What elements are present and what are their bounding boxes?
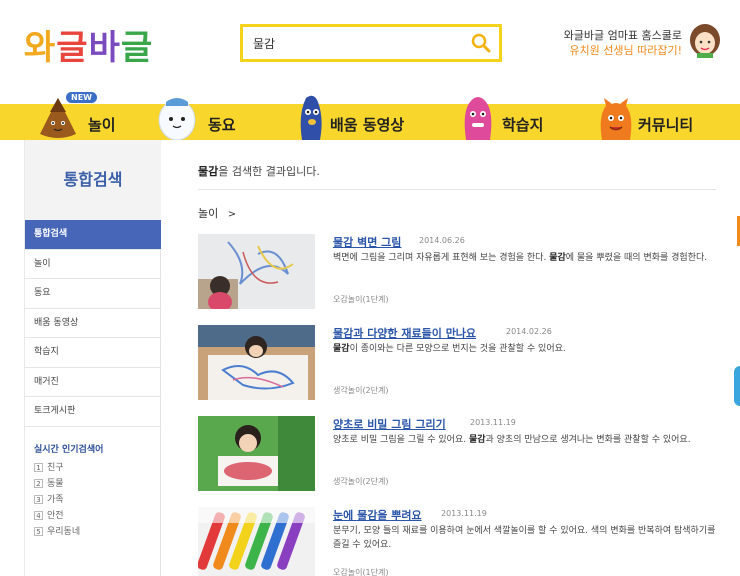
result-date: 2014.06.26 [419,236,465,245]
promo-line1: 와글바글 엄마표 홈스쿨로 [563,29,682,42]
result-tag: 생각놀이(2단계) [333,477,389,486]
result-item: 양초로 비밀 그림 그리기 2013.11.19 양초로 비밀 그림을 그릴 수… [198,416,718,496]
sidebar-title: 통합검색 [25,140,161,220]
sidebar-item-integrated-search[interactable]: 통합검색 [25,220,161,250]
result-tag: 오감놀이(1단계) [333,295,389,304]
nav-item-play[interactable]: 놀이 [36,98,146,140]
sidebar: 통합검색 통합검색 놀이 동요 배움 동영상 학습지 매거진 토크게시판 실시간… [24,140,161,576]
popular-keyword[interactable]: 2 동물 [34,476,80,492]
category-label: 놀이 [198,207,219,220]
nav-item-worksheets[interactable]: 학습지 [460,97,570,140]
popular-keyword[interactable]: 1 친구 [34,460,80,476]
nav-label-play: 놀이 [88,116,116,134]
result-title-link[interactable]: 양초로 비밀 그림 그리기 [333,416,446,432]
result-thumbnail[interactable] [198,325,315,400]
search-icon[interactable] [469,31,493,55]
orange-character-icon [600,98,632,140]
promo-line2: 유치원 선생님 따라잡기! [569,44,682,57]
keyword-label: 동물 [47,479,64,489]
sidebar-menu: 통합검색 놀이 동요 배움 동영상 학습지 매거진 토크게시판 [25,220,161,427]
nav-item-videos[interactable]: 배움 동영상 [292,95,432,140]
white-character-icon [158,98,196,140]
site-logo[interactable]: 와글바글 [24,20,153,69]
result-date: 2013.11.19 [470,418,516,427]
chestnut-character-icon [40,98,76,138]
homeschool-promo[interactable]: 와글바글 엄마표 홈스쿨로 유치원 선생님 따라잡기! [564,28,682,58]
nav-label-videos: 배움 동영상 [330,116,405,134]
popular-keywords-title: 실시간 인기검색어 [34,445,104,455]
result-title-link[interactable]: 물감 벽면 그림 [333,234,401,250]
search-input[interactable] [243,27,453,59]
rank-number: 4 [34,511,43,520]
result-thumbnail[interactable] [198,507,315,576]
sidebar-item-songs[interactable]: 동요 [25,279,161,309]
result-date: 2013.11.19 [441,509,487,518]
result-tag: 생각놀이(2단계) [333,386,389,395]
rank-number: 5 [34,527,43,536]
divider [198,189,716,190]
result-title-link[interactable]: 물감과 다양한 재료들이 만나요 [333,325,476,341]
nav-item-songs[interactable]: 동요 [152,98,262,140]
result-title-link[interactable]: 눈에 물감을 뿌려요 [333,507,422,523]
result-date: 2014.02.26 [506,327,552,336]
sidebar-item-worksheets[interactable]: 학습지 [25,338,161,368]
result-thumbnail[interactable] [198,234,315,309]
search-keyword: 물감 [198,165,219,178]
sidebar-item-videos[interactable]: 배움 동영상 [25,309,161,338]
sidebar-item-talk-board[interactable]: 토크게시판 [25,397,161,427]
side-floating-edge [734,366,740,406]
nav-label-worksheets: 학습지 [502,116,544,134]
popular-keyword[interactable]: 3 가족 [34,492,80,508]
result-description: 양초로 비밀 그림을 그릴 수 있어요. 물감과 양초의 만남으로 생겨나는 변… [333,435,691,445]
popular-keywords-list: 1 친구 2 동물 3 가족 4 안전 5 우리동네 [34,460,80,540]
result-item: 물감 벽면 그림 2014.06.26 벽면에 그림을 그리며 자유롭게 표현해… [198,234,718,314]
sidebar-item-play[interactable]: 놀이 [25,250,161,279]
sidebar-item-magazine[interactable]: 매거진 [25,368,161,397]
result-thumbnail[interactable] [198,416,315,491]
keyword-label: 우리동네 [47,527,81,537]
rank-number: 1 [34,463,43,472]
keyword-label: 친구 [47,463,64,473]
result-item: 물감과 다양한 재료들이 만나요 2014.02.26 물감이 종이와는 다른 … [198,325,718,405]
result-suffix: 을 검색한 결과입니다. [218,165,320,178]
result-description: 분무기, 모양 틀의 재료를 이용하여 눈에서 색깔놀이를 할 수 있어요. 색… [333,526,716,550]
nav-item-community[interactable]: 커뮤니티 [598,98,718,140]
result-description: 물감이 종이와는 다른 모양으로 번지는 것을 관찰할 수 있어요. [333,344,566,354]
blue-character-icon [300,95,322,140]
nav-label-songs: 동요 [208,116,236,134]
nav-label-community: 커뮤니티 [638,116,694,134]
chevron-right-icon: > [227,209,237,220]
popular-keyword[interactable]: 5 우리동네 [34,524,80,540]
result-description: 벽면에 그림을 그리며 자유롭게 표현해 보는 경험을 한다. 물감에 물을 뿌… [333,253,708,263]
result-item: 눈에 물감을 뿌려요 2013.11.19 분무기, 모양 틀의 재료를 이용하… [198,507,718,576]
search-box [240,24,502,62]
rank-number: 2 [34,479,43,488]
search-result-heading: 물감을 검색한 결과입니다. [198,163,320,179]
result-tag: 오감놀이(1단계) [333,568,389,576]
pink-character-icon [464,97,492,140]
popular-keyword[interactable]: 4 안전 [34,508,80,524]
category-link-play[interactable]: 놀이 > [198,205,236,221]
keyword-label: 안전 [47,511,64,521]
keyword-label: 가족 [47,495,64,505]
rank-number: 3 [34,495,43,504]
teacher-avatar [688,22,722,58]
